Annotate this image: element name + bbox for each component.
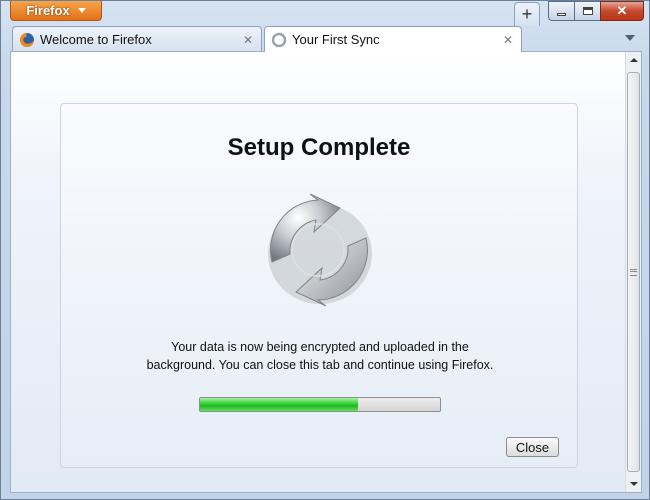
scrollbar-thumb[interactable]	[627, 72, 640, 472]
progress-fill	[200, 398, 359, 411]
close-button[interactable]: Close	[506, 437, 559, 457]
maximize-icon	[582, 7, 593, 15]
grip-icon	[630, 268, 637, 276]
plus-icon: +	[521, 4, 533, 24]
arrow-down-icon	[629, 482, 638, 486]
tab-welcome-to-firefox[interactable]: Welcome to Firefox ✕	[12, 26, 262, 52]
tab-close-icon[interactable]: ✕	[501, 33, 515, 47]
tab-close-icon[interactable]: ✕	[241, 33, 255, 47]
page-content: Setup Complete Your data is now being en…	[10, 51, 642, 493]
page-title: Setup Complete	[227, 134, 411, 161]
firefox-icon	[20, 32, 34, 47]
window-controls: ✕	[548, 1, 644, 21]
setup-panel: Setup Complete Your data is now being en…	[60, 103, 578, 468]
sync-icon	[271, 32, 287, 47]
minimize-icon	[557, 12, 566, 16]
new-tab-button[interactable]: +	[514, 2, 540, 26]
chevron-down-icon	[625, 35, 635, 41]
sync-logo-icon	[268, 193, 372, 307]
scroll-down-button[interactable]	[626, 476, 641, 492]
status-message: Your data is now being encrypted and upl…	[146, 340, 494, 372]
browser-window: Firefox ✕ Welcome to Firefox ✕ Your Firs…	[0, 0, 650, 500]
tab-label: Your First Sync	[292, 32, 380, 47]
tab-label: Welcome to Firefox	[40, 32, 152, 47]
window-close-button[interactable]: ✕	[600, 1, 644, 21]
upload-progress-bar	[199, 397, 441, 412]
scroll-up-button[interactable]	[626, 52, 641, 68]
firefox-menu-label: Firefox	[26, 3, 70, 18]
close-icon: ✕	[616, 3, 628, 18]
tab-list-button[interactable]	[624, 32, 636, 44]
minimize-button[interactable]	[548, 1, 574, 21]
vertical-scrollbar[interactable]	[625, 52, 641, 492]
chevron-down-icon	[77, 8, 86, 13]
tab-your-first-sync[interactable]: Your First Sync ✕	[264, 26, 522, 52]
arrow-up-icon	[629, 58, 638, 62]
close-button-label: Close	[515, 439, 550, 455]
maximize-button[interactable]	[574, 1, 600, 21]
firefox-menu-button[interactable]: Firefox	[10, 1, 102, 21]
